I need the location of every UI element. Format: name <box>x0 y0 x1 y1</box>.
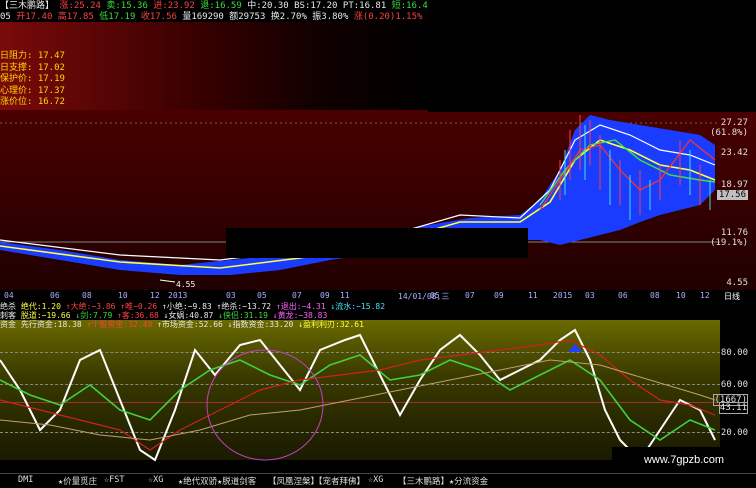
indicator-value: ↓女娲:40.87 <box>163 311 214 320</box>
indicator-tab[interactable]: 【宠者拜佛】 <box>314 475 365 487</box>
date-tick: 05 <box>257 291 267 300</box>
osc-tick: 80.00 <box>720 348 748 358</box>
date-tick: 2013 <box>168 291 188 300</box>
header-stat: PT:16.81 <box>342 1 387 11</box>
price-tick: 18.97 <box>720 180 748 190</box>
price-tick: 4.55 <box>726 278 748 288</box>
indicator-tab[interactable]: DMI <box>18 475 33 485</box>
date-tick: 07 <box>465 291 475 300</box>
date-tick: 10 <box>118 291 128 300</box>
indicator-value: ↑大绝:−3.86 <box>65 302 116 311</box>
quote-field: 换2.70% <box>270 12 307 22</box>
indicator-tab[interactable]: ★价量觅庄 <box>58 475 97 487</box>
indicator-tab[interactable]: ☆XG <box>148 475 163 485</box>
price-tick: 17.56 <box>716 190 748 200</box>
quote-field: 量169290 <box>182 12 224 22</box>
header-stat: 卖:15.36 <box>106 1 148 11</box>
header-line1: 【三木鹏路】 涨:25.24 卖:15.36 进:23.92 退:16.59 中… <box>0 1 460 12</box>
date-tick: 03 <box>585 291 595 300</box>
indicator-tab[interactable]: ☆FST <box>104 475 124 485</box>
price-tick: 11.76 <box>720 228 748 238</box>
indicator-tab[interactable]: ★绝代双骄★脱道剑客 <box>178 475 256 487</box>
indicator-value: ↓剑:7.79 <box>75 311 113 320</box>
low-price-label: 4.55 <box>176 280 196 289</box>
indicator-tab-bar: DMI ★价量觅庄 ☆FST ☆XG ★绝代双骄★脱道剑客 【凤凰涅槃】 【宠者拜佛】 ☆XG… <box>0 473 756 488</box>
watermark: www.7gpzb.com <box>612 447 756 473</box>
date-tick: 08 <box>650 291 660 300</box>
quote-field: 高17.85 <box>57 12 94 22</box>
indicator-value: 绝代:1.20 <box>20 302 61 311</box>
header-stat: 中:20.30 <box>247 1 289 11</box>
osc-white <box>0 328 716 462</box>
quote-field: 收17.56 <box>140 12 177 22</box>
date-tick: 07 <box>292 291 302 300</box>
header-stat: 短:16.43 <box>391 1 434 11</box>
indicator-value: ↑小绝:−9.83 <box>162 302 212 311</box>
indicator-tab[interactable]: ☆XG <box>368 475 383 485</box>
indicator-value: 脱道:−19.66 <box>20 311 71 320</box>
date-tick: 09 <box>494 291 504 300</box>
indicator-value: ↑唯−0.26 <box>120 302 158 311</box>
level-value: 16.72 <box>37 97 65 107</box>
date-tick: 08 <box>82 291 92 300</box>
quote-field: 涨(0.20)1.15% <box>353 12 423 22</box>
indicator-tab[interactable]: 【凤凰涅槃】 <box>268 475 319 487</box>
indicator-value: ↑客:36.68 <box>117 311 159 320</box>
indicator-value: ↓侠侣:31.19 <box>218 311 268 320</box>
header-stat: BS:17.20 <box>294 1 338 11</box>
date-tick: 12 <box>700 291 710 300</box>
date-tick: 2015 <box>553 291 573 300</box>
price-chart <box>0 115 720 283</box>
date-tick: 06 <box>50 291 60 300</box>
quote-field: 额29753 <box>229 12 266 22</box>
indicator-value: ↓流水:−15.82 <box>330 302 386 311</box>
indicator-value: ↑绝杀:−13.72 <box>216 302 272 311</box>
quote-field: 低17.19 <box>99 12 136 22</box>
period-label[interactable]: 日线 <box>724 291 740 302</box>
header-stat: 涨:25.24 <box>59 1 101 11</box>
date-tick: 04 <box>4 291 14 300</box>
date-tick: 14/01/08,三 <box>398 292 450 301</box>
quote-field: 05 <box>0 12 11 22</box>
date-axis: 04 06 08 10 12 2013 03 05 07 09 11 14/01/08,三 05 07 09… <box>0 290 756 302</box>
date-tick: 12 <box>150 291 160 300</box>
date-tick: 10 <box>676 291 686 300</box>
date-tick: 05 <box>430 291 440 300</box>
osc-tick: 60.00 <box>720 380 748 390</box>
price-tick: 27.27 <box>720 118 748 128</box>
indicator-line: 绝杀 绝代:1.20 ↑大绝:−3.86 ↑唯−0.26 ↑小绝:−9.83 ↑… <box>0 302 385 311</box>
indicator-value: ↑退出:−4.31 <box>275 302 326 311</box>
indicator-value: ↓黄龙:−38.83 <box>272 311 328 320</box>
date-tick: 11 <box>340 291 350 300</box>
header-stat: 进:23.92 <box>153 1 195 11</box>
date-tick: 09 <box>320 291 330 300</box>
indicator-value: 绝杀 <box>0 302 16 311</box>
price-axis: 27.27 (61.8%) 23.42 18.97 17.56 11.76 (19.1%) 4… <box>710 110 756 290</box>
quote-field: 开17.40 <box>16 12 53 22</box>
highlight-circle <box>206 349 324 461</box>
date-tick: 11 <box>528 291 538 300</box>
header-stat: 退:16.59 <box>200 1 242 11</box>
date-tick: 06 <box>618 291 628 300</box>
date-tick: 03 <box>226 291 236 300</box>
level-label: 涨价位: <box>0 97 33 107</box>
black-overlay-top-right <box>428 0 756 112</box>
indicator-tab[interactable]: 【三木鹏路】★分流资金 <box>398 475 488 487</box>
level-row: 涨价位: 16.72 <box>0 94 65 107</box>
indicator-value: 刺客 <box>0 311 16 320</box>
price-tick: (19.1%) <box>710 238 748 248</box>
black-overlay-middle <box>226 228 528 258</box>
quote-field: 振3.80% <box>312 12 349 22</box>
app-title: 【三木鹏路】 <box>0 1 55 11</box>
indicator-line: 刺客 脱道:−19.66 ↓剑:7.79 ↑客:36.68 ↓女娲:40.87 … <box>0 311 327 320</box>
osc-tick: 43.11 <box>718 402 748 414</box>
oscillator-axis: 80.00 60.00 (1667) 43.11 20.00 <box>713 340 756 440</box>
price-tick: 23.42 <box>720 148 748 158</box>
price-tick: (61.8%) <box>710 128 748 138</box>
osc-tick: 20.00 <box>720 428 748 438</box>
